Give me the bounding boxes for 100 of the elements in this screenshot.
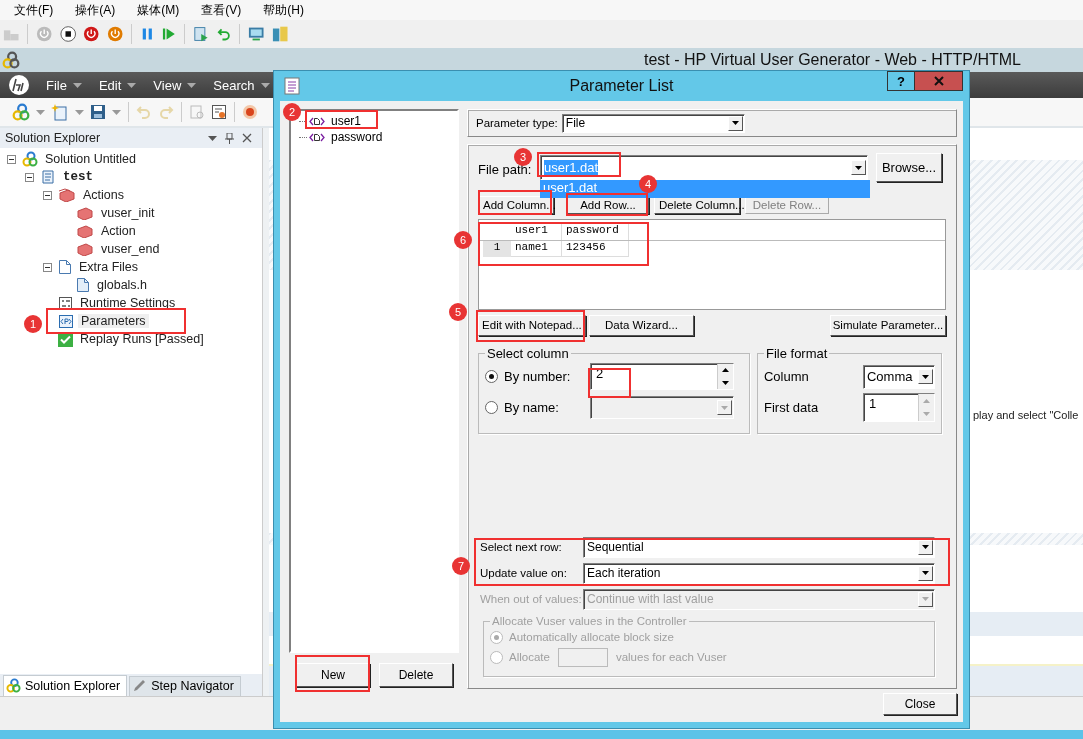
tree-item[interactable]: Extra Files [76,260,142,274]
collapse-icon[interactable] [42,262,52,272]
tree-item[interactable]: Action [98,224,139,238]
field-label: First data [763,400,820,415]
settings-icon[interactable] [211,104,227,120]
row-header[interactable]: 1 [482,241,511,257]
pen-icon [132,679,148,693]
pin-icon[interactable] [225,132,234,144]
spin-up-icon [922,398,930,403]
panel-tab[interactable]: Solution Explorer [3,675,128,696]
menu-item[interactable]: 文件(F) [14,1,54,19]
number-spinner[interactable]: 1 [862,393,935,422]
tree-item[interactable]: globals.h [94,278,151,292]
menu-item[interactable]: Search [213,77,270,93]
power-icon[interactable] [83,25,100,43]
field-label: values for each Vuser [615,651,727,663]
setting-dropdown[interactable]: Sequential [582,536,935,558]
help-button[interactable]: ? [887,71,915,91]
radio-button[interactable] [484,370,498,383]
caret-icon [921,571,929,575]
tree-item[interactable]: password [329,130,385,144]
radio-button[interactable] [489,630,503,644]
caret-icon [720,405,728,410]
menu-item[interactable]: View [153,77,197,93]
caret-icon [921,597,929,601]
field-label: Parameter type: [475,117,558,129]
setting-dropdown[interactable]: Each iteration [582,562,935,584]
tree-item[interactable]: Runtime Settings [77,296,179,310]
menu-item[interactable]: 查看(V) [201,1,242,19]
parameter-icon [309,116,325,126]
power-icon[interactable] [106,25,124,43]
settings-icon [58,295,73,311]
brick-icon [58,188,76,202]
tree-item[interactable]: Replay Runs [Passed] [77,332,207,346]
radio-label: Allocate [508,651,550,663]
caret-icon[interactable] [75,109,84,115]
field-label: When out of values: [479,593,583,605]
save-icon[interactable] [90,104,106,120]
menu-item[interactable]: 媒体(M) [137,1,180,19]
script-run-icon[interactable] [193,25,210,43]
document-icon [76,277,90,293]
action-button[interactable]: Data Wizard... [588,314,694,336]
record-icon[interactable] [242,104,258,120]
caret-icon [187,82,197,88]
radio-button[interactable] [484,401,498,414]
close-button[interactable]: Close [883,693,957,715]
name-dropdown[interactable] [589,396,734,419]
new-script-icon[interactable] [51,103,69,121]
caret-icon [72,82,82,88]
field-label: Update value on: [479,567,568,579]
tree-item[interactable]: Solution Untitled [42,152,140,166]
pause-icon[interactable] [140,26,155,42]
monitor-icon[interactable] [248,25,265,43]
tree-item[interactable]: Parameters [78,314,149,328]
window-title: test - HP Virtual User Generator - Web - HTTP/HTML [644,51,1021,69]
tree-item[interactable]: vuser_init [98,206,158,220]
delimiter-dropdown[interactable]: Comma [862,364,935,389]
brick-icon [76,242,94,256]
delete-button[interactable]: Delete [379,663,453,687]
highlight-overlay [588,368,631,398]
tree-item[interactable]: Actions [80,188,127,202]
caret-icon [127,82,137,88]
type-dropdown[interactable]: File [561,113,745,133]
brick-icon [76,224,94,238]
play-icon[interactable] [161,26,177,42]
close-button[interactable] [915,71,963,91]
dialog-title: Parameter List [569,77,674,95]
stop-icon[interactable] [59,25,77,43]
collapse-icon[interactable] [24,172,34,182]
server-icon[interactable] [271,25,288,43]
browse-button[interactable]: Browse... [875,153,942,182]
radio-button[interactable] [489,650,503,664]
group-title: Allocate Vuser values in the Controller [490,615,688,627]
tree-item[interactable]: vuser_end [98,242,163,256]
menu-item[interactable]: Edit [98,77,137,93]
menu-item[interactable]: File [46,77,82,93]
tree-item[interactable]: user1 [329,114,364,128]
menu-item[interactable]: 操作(A) [75,1,116,19]
rings-icon [6,678,21,693]
caret-icon[interactable] [112,109,121,115]
tree-item[interactable]: test [60,170,96,184]
group-title: Select column [485,346,570,361]
collapse-icon[interactable] [42,190,52,200]
body-text: play and select "Colle [973,409,1079,421]
collapse-icon[interactable] [6,154,16,164]
caret-icon[interactable] [36,109,45,115]
panel-tab[interactable]: Step Navigator [129,676,241,696]
close-icon[interactable] [242,133,252,143]
spin-up-icon [721,368,729,373]
rings-icon[interactable] [12,103,30,121]
menu-item[interactable]: 帮助(H) [263,1,304,19]
spin-down-icon [721,380,729,385]
radio-label: By number: [503,369,572,384]
caret-icon [260,82,270,88]
caret-icon[interactable] [208,135,217,141]
simulate-button[interactable]: Simulate Parameter... [830,314,946,336]
panel-title: Solution Explorer [5,131,102,145]
script-icon [40,169,56,185]
undo-icon[interactable] [216,26,232,42]
input-field[interactable] [557,647,608,667]
